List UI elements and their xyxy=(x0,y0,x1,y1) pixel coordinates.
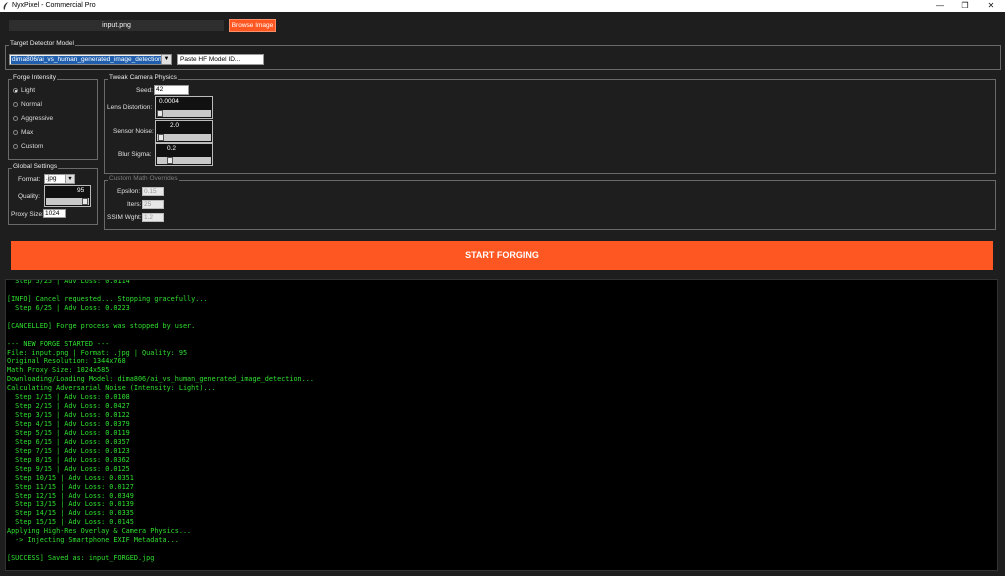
epsilon-input[interactable]: 0.15 xyxy=(142,187,164,196)
log-line: Applying High-Res Overlay & Camera Physi… xyxy=(7,527,192,536)
radio-normal[interactable]: Normal xyxy=(13,101,42,110)
close-button[interactable]: ✕ xyxy=(979,0,1003,12)
log-line: -> Injecting Smartphone EXIF Metadata... xyxy=(7,536,179,545)
global-settings-label: Global Settings xyxy=(12,163,59,170)
quality-slider-thumb[interactable] xyxy=(82,198,88,205)
log-line: Calculating Adversarial Noise (Intensity… xyxy=(7,384,216,393)
radio-aggressive[interactable]: Aggressive xyxy=(13,115,53,124)
log-line: --- NEW FORGE STARTED --- xyxy=(7,339,110,348)
lens-slider-track[interactable] xyxy=(157,110,211,117)
format-select-value: .jpg xyxy=(46,175,57,182)
quality-slider[interactable]: 95 xyxy=(44,185,91,207)
noise-slider-thumb[interactable] xyxy=(158,134,164,141)
maximize-button[interactable]: ❐ xyxy=(953,0,977,12)
quality-label: Quality: xyxy=(18,193,41,200)
log-line: Step 6/15 | Adv Loss: 0.0357 xyxy=(7,437,130,446)
chevron-down-icon[interactable]: ▼ xyxy=(161,55,171,64)
camera-physics-group: Tweak Camera Physics xyxy=(104,74,996,174)
log-line: Step 8/15 | Adv Loss: 0.0362 xyxy=(7,455,130,464)
log-line: Step 3/15 | Adv Loss: 0.0122 xyxy=(7,411,130,420)
ssim-weight-label: SSIM Wght: xyxy=(107,214,142,221)
chevron-down-icon[interactable]: ▼ xyxy=(65,175,74,183)
lens-distortion-value: 0.0004 xyxy=(159,98,179,105)
browse-image-button[interactable]: Browse Image xyxy=(229,19,276,32)
model-select[interactable]: dima806/ai_vs_human_generated_image_dete… xyxy=(9,54,172,65)
radio-icon xyxy=(13,101,18,107)
blur-sigma-slider[interactable]: 0.2 xyxy=(155,143,213,166)
feather-icon xyxy=(3,2,8,10)
lens-slider-thumb[interactable] xyxy=(157,110,163,117)
log-line: Step 14/15 | Adv Loss: 0.0335 xyxy=(7,509,134,518)
epsilon-label: Epsilon: xyxy=(117,188,141,195)
iters-label: Iters: xyxy=(127,201,142,208)
log-line: File: input.png | Format: .jpg | Quality… xyxy=(7,348,188,357)
sensor-noise-slider[interactable]: 2.0 xyxy=(155,120,213,143)
target-detector-label: Target Detector Model xyxy=(9,40,75,47)
camera-physics-label: Tweak Camera Physics xyxy=(108,74,178,81)
format-select[interactable]: .jpg ▼ xyxy=(44,174,75,184)
log-line: Step 12/15 | Adv Loss: 0.0349 xyxy=(7,491,134,500)
radio-selected-icon xyxy=(13,87,18,93)
log-line: Step 4/15 | Adv Loss: 0.0379 xyxy=(7,420,130,428)
log-line: Step 7/15 | Adv Loss: 0.0123 xyxy=(7,446,130,455)
radio-custom[interactable]: Custom xyxy=(13,143,43,152)
log-line: Step 11/15 | Adv Loss: 0.0127 xyxy=(7,482,134,491)
blur-slider-thumb[interactable] xyxy=(167,157,173,164)
seed-input[interactable]: 42 xyxy=(154,85,189,95)
log-line: Step 9/15 | Adv Loss: 0.0125 xyxy=(7,464,130,473)
log-line: Step 13/15 | Adv Loss: 0.0139 xyxy=(7,500,134,509)
proxy-size-input[interactable]: 1024 xyxy=(43,209,66,218)
math-overrides-label: Custom Math Overrides xyxy=(108,175,179,182)
log-line: [INFO] Cancel requested... Stopping grac… xyxy=(7,294,208,303)
minimize-button[interactable]: — xyxy=(928,0,952,12)
log-line: Step 15/15 | Adv Loss: 0.0145 xyxy=(7,518,134,527)
proxy-size-label: Proxy Size: xyxy=(11,211,44,218)
log-lines: Step 5/25 | Adv Loss: 0.0114 [INFO] Canc… xyxy=(7,279,314,563)
hf-model-id-input[interactable]: Paste HF Model ID... xyxy=(177,54,264,65)
blur-sigma-label: Blur Sigma: xyxy=(118,151,152,158)
log-line: Step 6/25 | Adv Loss: 0.0223 xyxy=(7,303,130,312)
log-line: [CANCELLED] Forge process was stopped by… xyxy=(7,321,196,330)
ssim-weight-input[interactable]: 1.2 xyxy=(142,213,164,222)
math-overrides-group: Custom Math Overrides xyxy=(104,175,996,230)
blur-sigma-value: 0.2 xyxy=(167,145,177,152)
radio-icon xyxy=(13,129,18,135)
file-path-field: input.png xyxy=(9,20,224,31)
window-title: NyxPixel - Commercial Pro xyxy=(12,2,96,9)
radio-max[interactable]: Max xyxy=(13,129,33,138)
lens-distortion-slider[interactable]: 0.0004 xyxy=(155,96,213,119)
log-line: [SUCCESS] Saved as: input_FORGED.jpg xyxy=(7,554,155,563)
log-line: Step 5/25 | Adv Loss: 0.0114 xyxy=(7,279,130,285)
sensor-noise-value: 2.0 xyxy=(170,122,180,129)
log-line: Step 10/15 | Adv Loss: 0.0351 xyxy=(7,473,134,482)
sensor-noise-label: Sensor Noise: xyxy=(113,128,154,135)
radio-icon xyxy=(13,115,18,121)
lens-distortion-label: Lens Distortion: xyxy=(107,104,153,111)
log-line: Original Resolution: 1344x768 xyxy=(7,357,126,366)
start-forging-button[interactable]: START FORGING xyxy=(11,241,993,270)
iters-input[interactable]: 25 xyxy=(142,200,164,209)
seed-label: Seed: xyxy=(136,87,153,94)
log-line: Downloading/Loading Model: dima806/ai_vs… xyxy=(7,375,314,384)
blur-slider-track[interactable] xyxy=(157,157,211,164)
forge-intensity-label: Forge Intensity xyxy=(12,74,57,81)
log-line: Math Proxy Size: 1024x585 xyxy=(7,366,110,375)
title-bar: NyxPixel - Commercial Pro — ❐ ✕ xyxy=(0,0,1005,12)
noise-slider-track[interactable] xyxy=(157,134,211,141)
log-line: Step 2/15 | Adv Loss: 0.0427 xyxy=(7,402,130,411)
model-select-value: dima806/ai_vs_human_generated_image_dete… xyxy=(11,56,163,64)
radio-light[interactable]: Light xyxy=(13,87,35,96)
log-console[interactable]: Step 5/25 | Adv Loss: 0.0114 [INFO] Canc… xyxy=(5,279,998,571)
format-label: Format: xyxy=(18,176,41,183)
radio-icon xyxy=(13,143,18,149)
quality-value: 95 xyxy=(77,187,85,194)
log-line: Step 5/15 | Adv Loss: 0.0119 xyxy=(7,428,130,437)
log-line: Step 1/15 | Adv Loss: 0.0108 xyxy=(7,393,130,402)
